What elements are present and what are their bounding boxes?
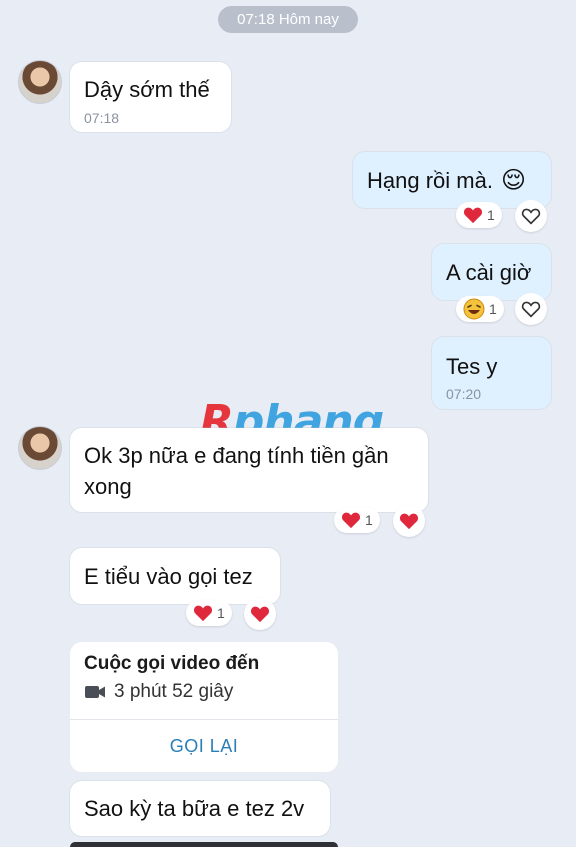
- avatar[interactable]: [18, 426, 62, 470]
- message-text: Tes y: [446, 354, 498, 379]
- heart-outline-icon: [521, 208, 541, 225]
- reaction-summary[interactable]: 1: [334, 507, 380, 533]
- call-title: Cuộc gọi video đến: [84, 653, 260, 674]
- message-bubble-incoming[interactable]: Sao kỳ ta bữa e tez 2v: [70, 781, 330, 836]
- message-text-line1: Ok 3p nữa e đang tính tiền gần: [84, 443, 389, 468]
- message-text: Sao kỳ ta bữa e tez 2v: [84, 796, 305, 821]
- reaction-summary[interactable]: 1: [456, 202, 502, 228]
- video-camera-icon: [85, 686, 105, 698]
- message-text: E tiểu vào gọi tez: [84, 564, 253, 589]
- video-call-card[interactable]: Cuộc gọi video đến 3 phút 52 giây GỌI LẠ…: [70, 642, 338, 772]
- call-back-button[interactable]: GỌI LẠI: [70, 736, 338, 757]
- heart-icon: [193, 605, 213, 622]
- reaction-count: 1: [365, 512, 373, 528]
- next-message-preview: [70, 842, 338, 847]
- message-time: 07:18: [84, 110, 120, 126]
- message-bubble-outgoing[interactable]: A cài giờ: [432, 244, 551, 300]
- reaction-count: 1: [217, 605, 225, 621]
- message-text: Dậy sớm thế: [84, 77, 210, 102]
- call-duration: 3 phút 52 giây: [114, 681, 234, 702]
- reaction-count: 1: [489, 301, 497, 317]
- laughing-face-icon: [463, 298, 485, 320]
- react-button[interactable]: [515, 293, 547, 325]
- heart-icon: [250, 606, 270, 623]
- message-bubble-outgoing[interactable]: Tes y 07:20: [432, 337, 551, 409]
- heart-icon: [399, 513, 419, 530]
- reaction-count: 1: [487, 207, 495, 223]
- relieved-face-emoji: 😌: [500, 166, 526, 194]
- heart-outline-icon: [521, 301, 541, 318]
- react-button[interactable]: [515, 200, 547, 232]
- divider: [70, 719, 338, 720]
- heart-icon: [463, 207, 483, 224]
- message-time: 07:20: [446, 386, 482, 402]
- reaction-summary[interactable]: 1: [456, 296, 504, 322]
- avatar[interactable]: [18, 60, 62, 104]
- date-separator: 07:18 Hôm nay: [218, 6, 358, 33]
- message-bubble-incoming[interactable]: E tiểu vào gọi tez: [70, 548, 280, 604]
- reaction-summary[interactable]: 1: [186, 600, 232, 626]
- heart-icon: [341, 512, 361, 529]
- message-text-line2: xong: [84, 474, 132, 499]
- message-bubble-incoming[interactable]: Ok 3p nữa e đang tính tiền gần xong: [70, 428, 428, 512]
- react-button[interactable]: [244, 598, 276, 630]
- react-button[interactable]: [393, 505, 425, 537]
- message-text: A cài giờ: [446, 260, 532, 285]
- message-bubble-incoming[interactable]: Dậy sớm thế 07:18: [70, 62, 231, 132]
- message-text: Hạng rồi mà.: [367, 168, 493, 193]
- message-bubble-outgoing[interactable]: Hạng rồi mà. 😌: [353, 152, 551, 208]
